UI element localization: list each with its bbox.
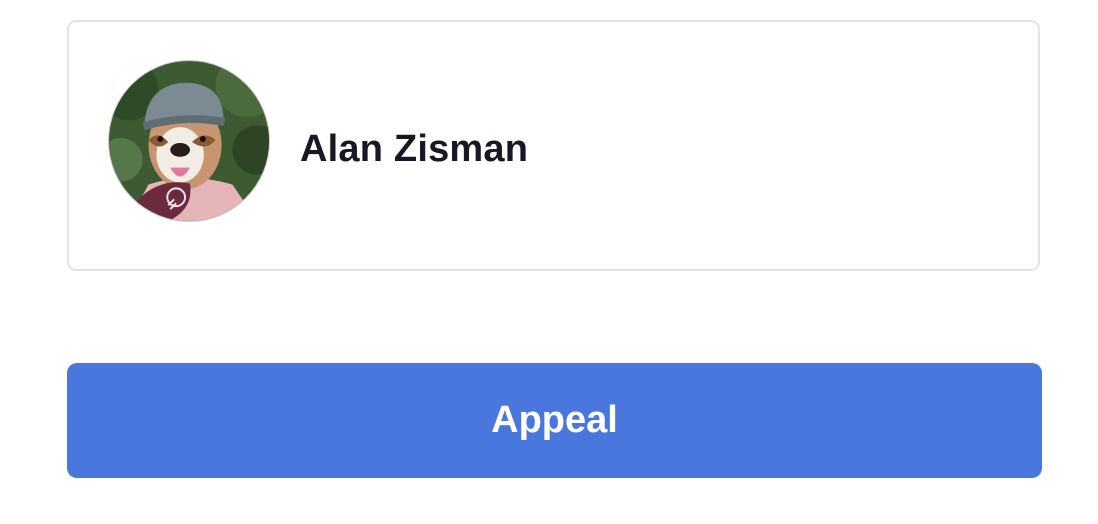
appeal-page: Alan Zisman Appeal <box>0 0 1098 524</box>
user-name: Alan Zisman <box>300 128 529 170</box>
avatar <box>108 60 270 222</box>
appeal-button[interactable]: Appeal <box>67 363 1042 478</box>
profile-card: Alan Zisman <box>67 20 1040 271</box>
